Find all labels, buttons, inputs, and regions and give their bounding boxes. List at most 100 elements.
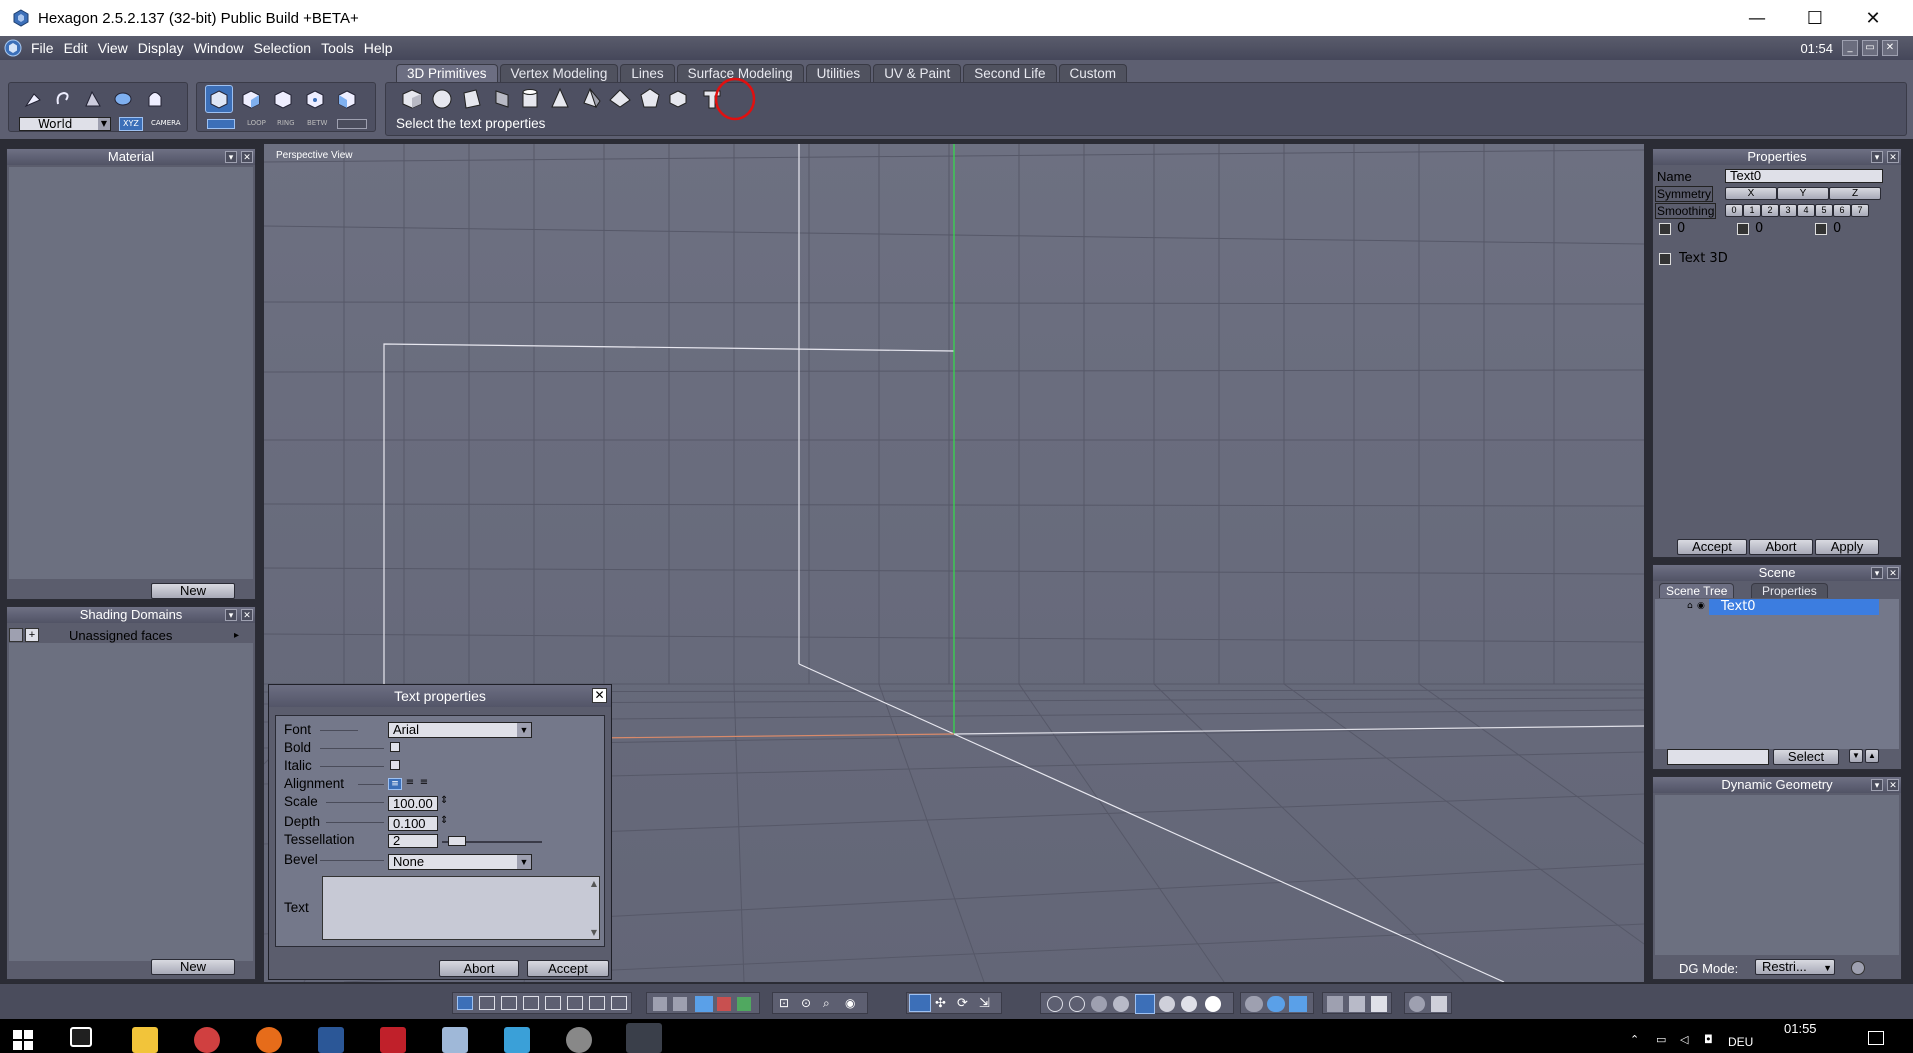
- flat-sphere-icon[interactable]: [1091, 996, 1107, 1012]
- vertex-mode-icon[interactable]: [301, 85, 329, 113]
- lasso-icon[interactable]: [49, 85, 77, 113]
- universal-manip-icon[interactable]: [909, 994, 931, 1012]
- layout-columns-icon[interactable]: [611, 996, 627, 1010]
- close-button[interactable]: ✕: [1844, 0, 1902, 36]
- tab-utilities[interactable]: Utilities: [805, 64, 872, 82]
- panel-close-icon[interactable]: ✕: [241, 151, 253, 163]
- object-mode-icon[interactable]: [205, 85, 233, 113]
- align-center-icon[interactable]: ≡: [404, 778, 416, 790]
- word-icon[interactable]: [318, 1027, 344, 1053]
- add-icon[interactable]: +: [25, 628, 39, 642]
- panel-menu-icon[interactable]: ▾: [1871, 779, 1883, 791]
- render-icon[interactable]: [1409, 996, 1425, 1012]
- smoothing-level-button[interactable]: 6: [1833, 204, 1851, 217]
- text-input[interactable]: ▲ ▼: [322, 876, 600, 940]
- app-restore-button[interactable]: ▭: [1862, 40, 1878, 56]
- scene-select-button[interactable]: Select: [1773, 749, 1839, 765]
- app-icon[interactable]: [194, 1027, 220, 1053]
- lit-sphere-icon[interactable]: [1159, 996, 1175, 1012]
- material-new-button[interactable]: New: [151, 583, 235, 599]
- scene-search-input[interactable]: [1667, 749, 1769, 765]
- smoothing-level-button[interactable]: 7: [1851, 204, 1869, 217]
- grid-red-icon[interactable]: [717, 997, 731, 1011]
- smoothing-level-button[interactable]: 1: [1743, 204, 1761, 217]
- tab-custom[interactable]: Custom: [1058, 64, 1128, 82]
- grid-icon[interactable]: [653, 997, 667, 1011]
- smoothing-level-button[interactable]: 3: [1779, 204, 1797, 217]
- xray-icon[interactable]: [1349, 996, 1365, 1012]
- depth-input[interactable]: 0.100: [388, 816, 438, 831]
- scroll-up-icon[interactable]: ▲: [591, 879, 597, 888]
- layout-stack-icon[interactable]: [589, 996, 605, 1010]
- hexagon-taskbar-icon[interactable]: [626, 1023, 662, 1053]
- plane-primitive-icon[interactable]: [458, 85, 486, 113]
- hexagon-logo-icon[interactable]: [4, 39, 22, 57]
- camera-toggle[interactable]: CAMERA: [151, 117, 181, 129]
- italic-checkbox[interactable]: [390, 760, 400, 770]
- menu-tools[interactable]: Tools: [316, 40, 359, 56]
- face-mode-icon[interactable]: [237, 85, 265, 113]
- move-icon[interactable]: ✣: [935, 996, 946, 1011]
- dialog-abort-button[interactable]: Abort: [439, 960, 519, 977]
- task-view-icon[interactable]: [70, 1027, 92, 1047]
- app-minimize-button[interactable]: _: [1842, 40, 1858, 56]
- steam-icon[interactable]: [566, 1027, 592, 1053]
- smoothing-level-button[interactable]: 0: [1725, 204, 1743, 217]
- tube-primitive-icon[interactable]: [664, 85, 692, 113]
- close-icon[interactable]: ✕: [592, 688, 607, 703]
- maximize-button[interactable]: ☐: [1786, 0, 1844, 36]
- scroll-down-icon[interactable]: ▼: [591, 928, 597, 937]
- panel-close-icon[interactable]: ✕: [241, 609, 253, 621]
- tray-icon[interactable]: ◘: [1704, 1033, 1713, 1046]
- auto-mode-icon[interactable]: [333, 85, 361, 113]
- tab-3d-primitives[interactable]: 3D Primitives: [396, 64, 498, 82]
- mail-icon[interactable]: [380, 1027, 406, 1053]
- panel-menu-icon[interactable]: ▾: [1871, 567, 1883, 579]
- light-icon[interactable]: [1245, 996, 1263, 1012]
- sphere-primitive-icon[interactable]: [428, 85, 456, 113]
- grid-blue-icon[interactable]: [695, 996, 713, 1012]
- scene-tree-item[interactable]: Text0: [1709, 599, 1879, 615]
- symmetry-z-button[interactable]: Z: [1829, 187, 1881, 200]
- menu-help[interactable]: Help: [359, 40, 398, 56]
- windows-start-icon[interactable]: [12, 1029, 34, 1051]
- book-icon[interactable]: [1371, 996, 1387, 1012]
- zoom-icon[interactable]: ⌕: [823, 996, 830, 1011]
- paint-select-icon[interactable]: [79, 85, 107, 113]
- tab-second-life[interactable]: Second Life: [963, 64, 1057, 82]
- scale-icon[interactable]: ⇲: [979, 996, 990, 1011]
- select-mode-icon[interactable]: [207, 119, 235, 129]
- panel-menu-icon[interactable]: ▾: [1871, 151, 1883, 163]
- taskbar-clock[interactable]: 01:55: [1784, 1021, 1817, 1036]
- textured-sphere-icon[interactable]: [1135, 994, 1155, 1014]
- layout-four-icon[interactable]: [567, 996, 583, 1010]
- name-input[interactable]: Text0: [1725, 169, 1883, 183]
- fit-icon[interactable]: ⊡: [779, 996, 789, 1010]
- menu-selection[interactable]: Selection: [248, 40, 316, 56]
- slider-handle[interactable]: [448, 836, 466, 846]
- bevel-dropdown[interactable]: None ▼: [388, 854, 532, 870]
- menu-view[interactable]: View: [93, 40, 133, 56]
- list-item[interactable]: + Unassigned faces ▸: [9, 627, 249, 643]
- document-icon[interactable]: [442, 1027, 468, 1053]
- xyz-toggle[interactable]: XYZ: [119, 117, 143, 131]
- cube-primitive-icon[interactable]: [398, 85, 426, 113]
- scale-stepper-icon[interactable]: ⇕: [440, 795, 448, 806]
- wire-sphere-2-icon[interactable]: [1069, 996, 1085, 1012]
- tab-scene-properties[interactable]: Properties: [1751, 583, 1828, 598]
- select-options-icon[interactable]: [337, 119, 367, 129]
- ring-toggle[interactable]: RING: [277, 119, 295, 127]
- symmetry-x-button[interactable]: X: [1725, 187, 1777, 200]
- look-icon[interactable]: ◉: [845, 996, 855, 1010]
- symmetry-y-button[interactable]: Y: [1777, 187, 1829, 200]
- properties-abort-button[interactable]: Abort: [1749, 539, 1813, 555]
- app-close-button[interactable]: ✕: [1882, 40, 1898, 56]
- backface-icon[interactable]: [1327, 996, 1343, 1012]
- align-left-icon[interactable]: ≡: [388, 778, 402, 790]
- lock-icon[interactable]: ⌂: [1687, 601, 1693, 611]
- panel-menu-icon[interactable]: ▾: [225, 151, 237, 163]
- panel-close-icon[interactable]: ✕: [1887, 779, 1899, 791]
- menu-edit[interactable]: Edit: [59, 40, 93, 56]
- coord-mode-dropdown[interactable]: World ▼: [19, 117, 111, 131]
- wire-sphere-icon[interactable]: [1047, 996, 1063, 1012]
